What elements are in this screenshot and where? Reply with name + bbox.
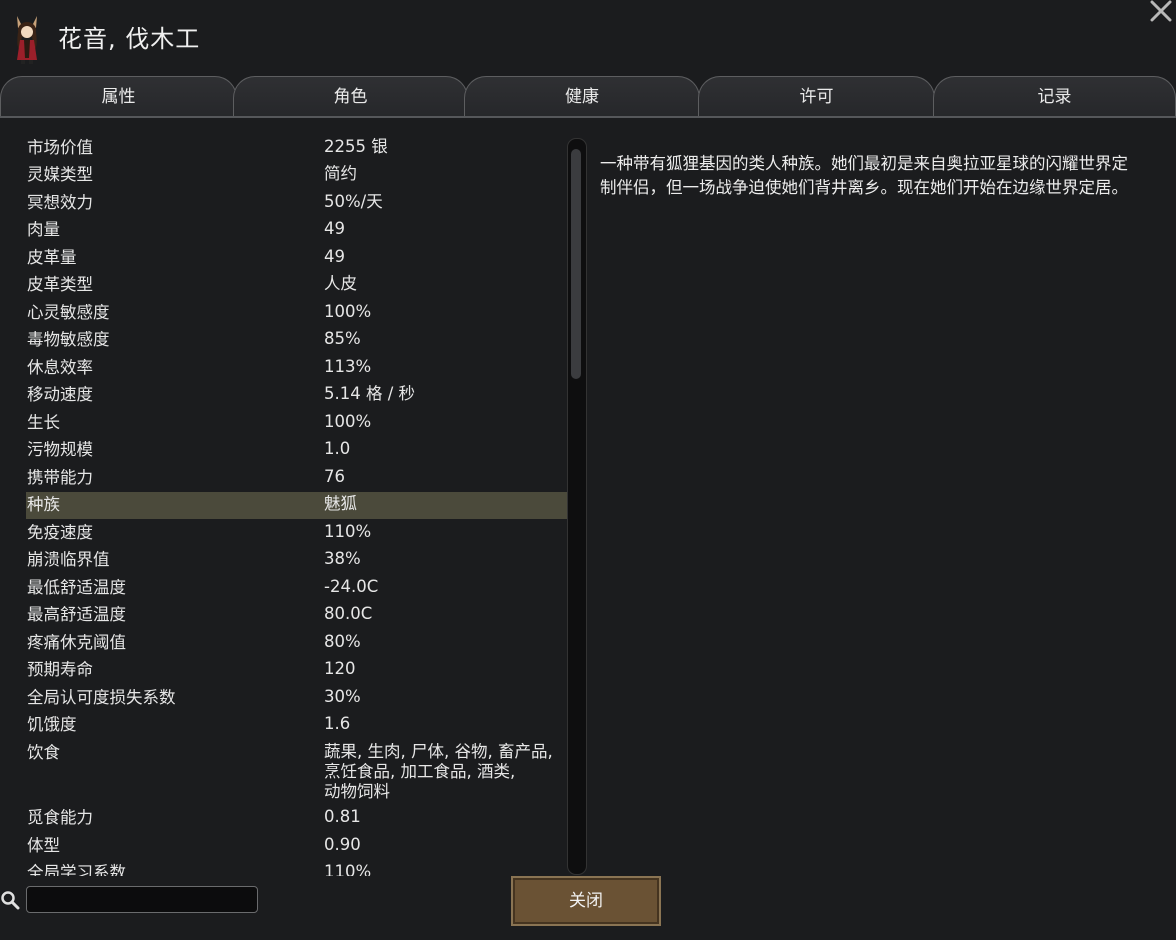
stat-value: 蔬果, 生肉, 尸体, 谷物, 畜产品, 烹饪食品, 加工食品, 酒类, 动物饲… (324, 741, 553, 801)
stat-value: 120 (324, 659, 356, 679)
close-x-icon[interactable] (1146, 0, 1176, 26)
stat-row[interactable]: 全局学习系数 110% (26, 860, 567, 876)
stat-label: 生长 (27, 412, 60, 432)
search-input[interactable] (26, 886, 258, 913)
stat-value: 49 (324, 246, 345, 266)
pawn-portrait-icon (17, 16, 37, 64)
stat-row[interactable]: 种族 魅狐 (26, 491, 567, 519)
stat-label: 预期寿命 (27, 660, 93, 680)
stat-label: 最低舒适温度 (27, 577, 126, 597)
stat-row[interactable]: 肉量 49 (26, 217, 567, 245)
tab-health[interactable]: 健康 (464, 76, 700, 117)
stat-row[interactable]: 全局认可度损失系数 30% (26, 684, 567, 712)
tab-character[interactable]: 角色 (233, 76, 468, 117)
stat-row[interactable]: 疼痛休克阈值 80% (26, 629, 567, 657)
stat-row[interactable]: 移动速度 5.14 格 / 秒 (26, 382, 567, 410)
stat-label: 崩溃临界值 (27, 550, 110, 570)
stat-label: 毒物敏感度 (27, 330, 110, 350)
search-icon (1, 891, 20, 910)
stat-label: 觅食能力 (27, 808, 93, 828)
stat-value: 魅狐 (324, 494, 357, 514)
stat-label: 移动速度 (27, 385, 93, 405)
stat-label: 携带能力 (27, 467, 93, 487)
stat-value: 简约 (324, 164, 357, 184)
race-description: 一种带有狐狸基因的类人种族。她们最初是来自奥拉亚星球的闪耀世界定制伴侣，但一场战… (600, 154, 1128, 197)
stat-label: 皮革类型 (27, 275, 93, 295)
stat-label: 饮食 (27, 742, 60, 762)
tab-log[interactable]: 记录 (933, 76, 1176, 117)
stat-row[interactable]: 预期寿命 120 (26, 657, 567, 685)
close-button[interactable]: 关闭 (511, 876, 661, 926)
stat-label: 污物规模 (27, 440, 93, 460)
stat-row[interactable]: 崩溃临界值 38% (26, 547, 567, 575)
tab-divider (0, 116, 1176, 118)
tab-permissions[interactable]: 许可 (698, 76, 935, 117)
stat-value: 5.14 格 / 秒 (324, 384, 416, 404)
stat-row[interactable]: 体型 0.90 (26, 832, 567, 860)
stat-value: 2255 银 (324, 136, 388, 156)
stat-label: 饥饿度 (27, 715, 77, 735)
stat-row[interactable]: 污物规模 1.0 (26, 437, 567, 465)
stat-value: 0.81 (324, 807, 361, 827)
stat-row[interactable]: 冥想效力 50%/天 (26, 189, 567, 217)
window-title: 花音, 伐木工 (58, 25, 201, 53)
stat-row[interactable]: 皮革量 49 (26, 244, 567, 272)
stat-label: 冥想效力 (27, 192, 93, 212)
stat-value: 100% (324, 301, 372, 321)
stat-label: 全局学习系数 (27, 863, 126, 876)
stat-value: 0.90 (324, 834, 361, 854)
stat-value: 38% (324, 549, 361, 569)
stat-label: 免疫速度 (27, 522, 93, 542)
tab-bar: 属性 角色 健康 许可 记录 (0, 76, 1176, 118)
stat-label: 皮革量 (27, 247, 77, 267)
stat-row[interactable]: 免疫速度 110% (26, 519, 567, 547)
stat-row[interactable]: 市场价值 2255 银 (26, 134, 567, 162)
stat-row[interactable]: 最高舒适温度 80.0C (26, 602, 567, 630)
stat-value: -24.0C (324, 576, 379, 596)
stat-label: 市场价值 (27, 137, 93, 157)
stat-row[interactable]: 休息效率 113% (26, 354, 567, 382)
stat-value: 49 (324, 219, 345, 239)
stat-value: 76 (324, 466, 345, 486)
stat-label: 疼痛休克阈值 (27, 632, 126, 652)
stat-row[interactable]: 觅食能力 0.81 (26, 805, 567, 833)
stat-value: 110% (324, 521, 372, 541)
stat-value: 人皮 (324, 274, 357, 294)
stats-scrollbar[interactable] (567, 138, 587, 875)
stat-row[interactable]: 毒物敏感度 85% (26, 327, 567, 355)
scrollbar-thumb[interactable] (571, 149, 581, 379)
stat-label: 心灵敏感度 (27, 302, 110, 322)
stat-label: 灵媒类型 (27, 165, 93, 185)
stat-value: 110% (324, 862, 372, 876)
stat-row[interactable]: 心灵敏感度 100% (26, 299, 567, 327)
stats-list[interactable]: 市场价值 2255 银灵媒类型 简约冥想效力 50%/天肉量 49 皮革量 49 皮革类型 人皮… (26, 134, 567, 876)
stat-row[interactable]: 皮革类型 人皮 (26, 272, 567, 300)
stat-value: 1.0 (324, 439, 351, 459)
stat-row[interactable]: 生长 100% (26, 409, 567, 437)
stat-value: 80% (324, 631, 361, 651)
stat-value: 30% (324, 686, 361, 706)
stat-label: 肉量 (27, 220, 60, 240)
stat-label: 最高舒适温度 (27, 605, 126, 625)
stat-label: 全局认可度损失系数 (27, 687, 176, 707)
stat-value: 50%/天 (324, 191, 383, 211)
stat-row[interactable]: 灵媒类型 简约 (26, 162, 567, 190)
stat-value: 100% (324, 411, 372, 431)
stat-value: 1.6 (324, 714, 351, 734)
stat-row[interactable]: 携带能力 76 (26, 464, 567, 492)
stat-value: 113% (324, 356, 372, 376)
stat-value: 80.0C (324, 604, 373, 624)
stat-value: 85% (324, 329, 361, 349)
stat-row[interactable]: 饮食 蔬果, 生肉, 尸体, 谷物, 畜产品, 烹饪食品, 加工食品, 酒类, 动… (26, 739, 567, 805)
stat-label: 体型 (27, 835, 60, 855)
tab-stats[interactable]: 属性 (0, 76, 237, 117)
stat-row[interactable]: 最低舒适温度 -24.0C (26, 574, 567, 602)
stat-label: 种族 (27, 495, 60, 515)
stat-label: 休息效率 (27, 357, 93, 377)
stat-row[interactable]: 饥饿度 1.6 (26, 712, 567, 740)
